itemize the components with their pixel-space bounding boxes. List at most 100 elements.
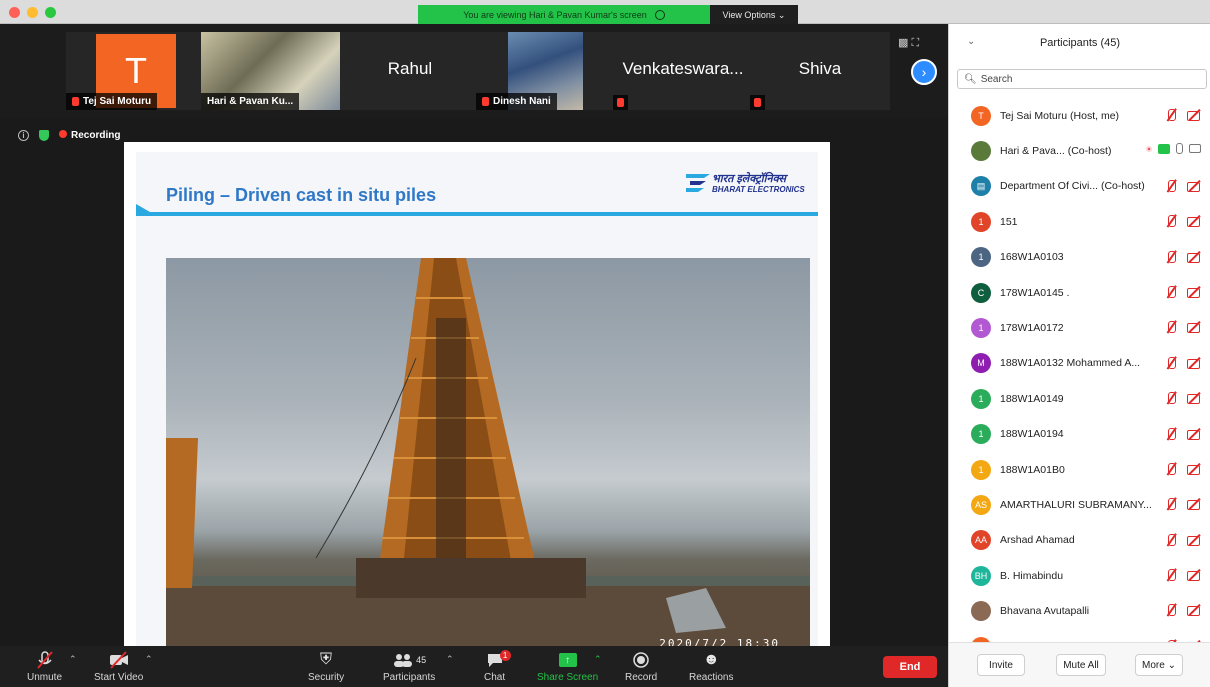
info-icon[interactable]: i [18, 130, 29, 141]
mute-all-button[interactable]: Mute All [1056, 654, 1106, 676]
reactions-label: Reactions [689, 672, 734, 683]
minimize-window-button[interactable] [27, 7, 38, 18]
participant-row[interactable]: C 178W1A0145 . [949, 275, 1210, 310]
participant-status-icons [1164, 250, 1201, 264]
participant-row[interactable]: AA Arshad Ahamad [949, 523, 1210, 558]
tile-name: Dinesh Nani [493, 96, 551, 107]
participant-status-icons [1164, 533, 1201, 547]
smiley-icon: ☻ [702, 651, 720, 668]
participant-status-icons [1164, 603, 1201, 617]
participant-row[interactable]: 1 188W1A0149 [949, 381, 1210, 416]
avatar: M [971, 353, 991, 374]
tile-name: Tej Sai Moturu [83, 96, 152, 107]
video-tile[interactable]: Rahul [340, 32, 480, 110]
participant-row[interactable]: 1 178W1A0172 [949, 310, 1210, 345]
participants-count: 45 [416, 655, 427, 665]
layout-toggle-icons[interactable]: ▩ ⛶ [898, 36, 919, 50]
participant-status-icons [1146, 143, 1201, 155]
participant-row[interactable]: AS AMARTHALURI SUBRAMANY... [949, 487, 1210, 522]
avatar: T [971, 105, 991, 126]
recording-indicator[interactable]: Recording [59, 130, 120, 141]
tile-name: Venkateswara... [622, 59, 744, 78]
search-icon: 🔍︎ [964, 73, 977, 85]
share-screen-icon: ↑ [558, 650, 577, 670]
video-off-icon [1187, 462, 1201, 476]
logo-hindi-text: भारत इलेक्ट्रॉनिक्स [712, 173, 786, 185]
share-screen-button[interactable]: ↑ Share Screen [537, 650, 598, 683]
participants-icon: 45 [392, 650, 426, 670]
avatar: 1 [971, 459, 991, 480]
participant-row[interactable]: M 188W1A0132 Mohammed A... [949, 346, 1210, 381]
participant-name: Department Of Civi... (Co-host) [1000, 180, 1145, 193]
avatar: 1 [971, 211, 991, 232]
participants-button[interactable]: 45 Participants [383, 650, 435, 683]
security-button[interactable]: ⛨ Security [308, 650, 344, 683]
more-button[interactable]: More ⌄ [1135, 654, 1183, 676]
title-accent [136, 204, 150, 212]
participant-status-icons [1164, 285, 1201, 299]
participant-row[interactable]: 1 168W1A0103 [949, 240, 1210, 275]
video-tile[interactable]: T Tej Sai Moturu [66, 32, 206, 110]
video-off-icon [1187, 533, 1201, 547]
avatar: ▤ [971, 176, 991, 197]
mic-muted-icon [72, 97, 79, 106]
participant-status-icons [1164, 391, 1201, 405]
participant-row[interactable]: ▤ Department Of Civi... (Co-host) [949, 169, 1210, 204]
tile-name: Shiva [798, 59, 842, 78]
unmute-button[interactable]: Unmute [27, 650, 62, 683]
mic-muted-icon [35, 650, 55, 670]
participant-row[interactable]: 1 151 [949, 204, 1210, 239]
mic-muted-icon [617, 98, 624, 107]
chevron-up-icon[interactable]: ⌃ [446, 654, 454, 665]
zoom-window-button[interactable] [45, 7, 56, 18]
video-tile[interactable]: Dinesh Nani [476, 32, 616, 110]
chevron-up-icon[interactable]: ⌃ [594, 654, 602, 665]
sharing-icon [1158, 143, 1170, 154]
rig-illustration [166, 258, 810, 660]
recording-icon [1146, 145, 1152, 152]
participant-row[interactable]: Bhavana Avutapalli [949, 593, 1210, 628]
chevron-up-icon[interactable]: ⌃ [145, 654, 153, 665]
participant-row[interactable]: BH B. Himabindu [949, 558, 1210, 593]
video-tile-active-speaker[interactable]: Hari & Pavan Ku... [201, 32, 341, 110]
video-off-icon [1187, 214, 1201, 228]
avatar: BH [971, 565, 991, 586]
search-input[interactable]: 🔍︎ Search [957, 69, 1207, 89]
recording-label: Recording [71, 130, 121, 141]
chat-button[interactable]: 1 Chat [484, 650, 511, 683]
invite-button[interactable]: Invite [977, 654, 1025, 676]
video-tile[interactable]: Shiva [750, 32, 890, 110]
mic-icon [1176, 143, 1183, 155]
video-off-icon [1187, 250, 1201, 264]
end-meeting-button[interactable]: End [883, 656, 937, 678]
video-tile[interactable]: Venkateswara... [613, 32, 753, 110]
tile-name-tag: Dinesh Nani [476, 93, 557, 110]
encryption-shield-icon[interactable] [39, 130, 49, 141]
chevron-down-icon[interactable]: ⌄ [967, 36, 975, 47]
record-button[interactable]: Record [625, 650, 657, 683]
video-off-icon [1187, 603, 1201, 617]
video-off-icon [1187, 427, 1201, 441]
bel-logo-icon [686, 174, 710, 192]
banner-text: You are viewing Hari & Pavan Kumar's scr… [463, 10, 647, 20]
view-options-button[interactable]: View Options ⌄ [710, 5, 798, 25]
participant-name: Arshad Ahamad [1000, 534, 1075, 547]
next-page-button[interactable]: › [911, 59, 937, 85]
close-window-button[interactable] [9, 7, 20, 18]
info-icon[interactable] [654, 10, 665, 20]
participant-row[interactable]: 1 188W1A01B0 [949, 452, 1210, 487]
participant-row[interactable]: 1 188W1A0194 [949, 417, 1210, 452]
participant-name: 188W1A01B0 [1000, 463, 1065, 476]
start-video-button[interactable]: Start Video [94, 650, 143, 683]
participant-name: Tej Sai Moturu (Host, me) [1000, 109, 1120, 122]
reactions-button[interactable]: ☻ Reactions [689, 650, 733, 683]
participant-status-icons [1164, 568, 1201, 582]
mic-muted-icon [1164, 250, 1178, 264]
participant-row[interactable]: T Tej Sai Moturu (Host, me) [949, 98, 1210, 133]
chevron-up-icon[interactable]: ⌃ [69, 654, 77, 665]
participant-list: T Tej Sai Moturu (Host, me) Hari & Pava...… [949, 98, 1210, 642]
participant-row[interactable]: Hari & Pava... (Co-host) [949, 133, 1210, 168]
video-off-icon [1187, 108, 1201, 122]
start-video-label: Start Video [94, 672, 144, 683]
participant-row[interactable]: CsCh sravani(168W1A01D1) [949, 629, 1210, 642]
